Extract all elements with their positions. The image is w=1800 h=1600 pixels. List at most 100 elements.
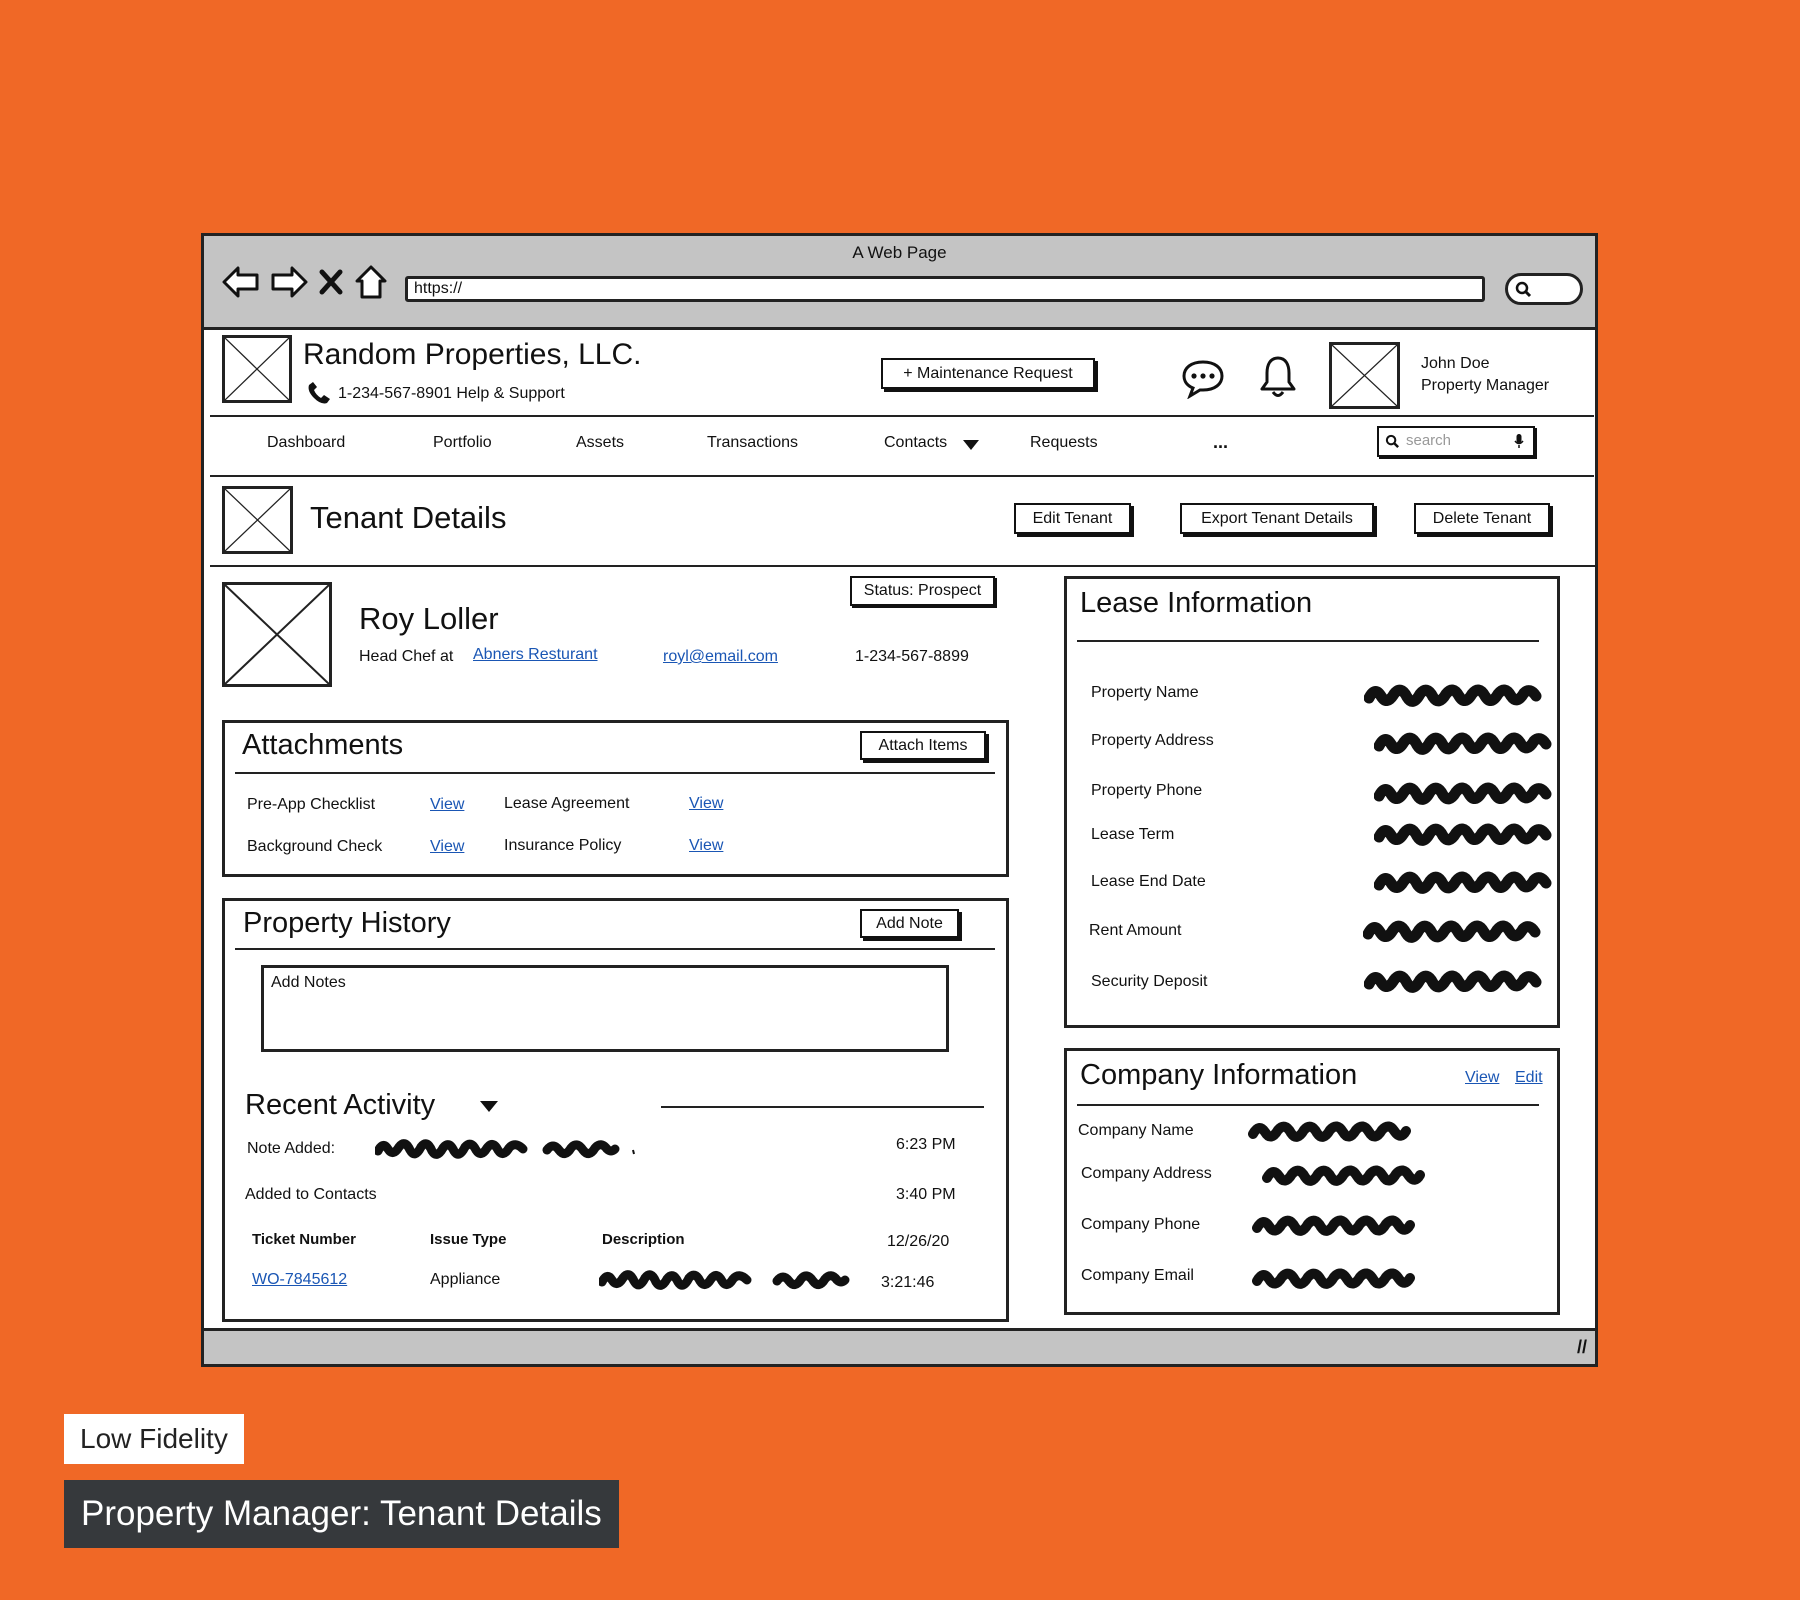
attachment-view-link[interactable]: View bbox=[430, 838, 464, 856]
nav-more[interactable]: ... bbox=[1213, 432, 1228, 453]
attachments-title: Attachments bbox=[242, 729, 404, 761]
lease-field-label: Rent Amount bbox=[1089, 922, 1182, 939]
resize-grip-icon[interactable]: // bbox=[1577, 1337, 1587, 1358]
company-view-link[interactable]: View bbox=[1465, 1069, 1499, 1087]
nav-dashboard[interactable]: Dashboard bbox=[267, 434, 345, 452]
contacts-dropdown-icon[interactable] bbox=[962, 438, 980, 456]
lease-divider bbox=[1077, 640, 1539, 642]
attachment-view-link[interactable]: View bbox=[689, 837, 723, 855]
nav-transactions[interactable]: Transactions bbox=[707, 434, 798, 452]
add-notes-textarea[interactable]: Add Notes bbox=[261, 965, 949, 1052]
nav-portfolio[interactable]: Portfolio bbox=[433, 434, 492, 452]
company-information-title: Company Information bbox=[1080, 1059, 1358, 1091]
lease-field-label: Security Deposit bbox=[1091, 973, 1208, 990]
history-divider bbox=[235, 948, 995, 950]
browser-window: A Web Page https:// Random Properties, L… bbox=[201, 233, 1598, 1367]
redacted-note-text bbox=[375, 1139, 635, 1159]
lease-information-title: Lease Information bbox=[1080, 587, 1313, 619]
home-icon[interactable] bbox=[354, 264, 388, 300]
add-note-button[interactable]: Add Note bbox=[860, 909, 959, 938]
recent-activity-divider bbox=[661, 1106, 984, 1108]
attachments-divider bbox=[235, 772, 995, 774]
avatar[interactable] bbox=[1329, 342, 1400, 409]
lease-field-label: Property Phone bbox=[1091, 782, 1203, 799]
employer-link[interactable]: Abners Resturant bbox=[473, 646, 598, 664]
issue-type-header: Issue Type bbox=[430, 1231, 507, 1248]
company-name: Random Properties, LLC. bbox=[303, 338, 642, 371]
recent-activity-title[interactable]: Recent Activity bbox=[245, 1089, 435, 1122]
user-role: Property Manager bbox=[1421, 377, 1550, 394]
company-field-label: Company Address bbox=[1081, 1165, 1212, 1182]
chat-icon[interactable] bbox=[1181, 359, 1225, 404]
export-tenant-details-button[interactable]: Export Tenant Details bbox=[1180, 503, 1374, 534]
nav-assets[interactable]: Assets bbox=[576, 434, 624, 452]
page-icon bbox=[222, 486, 293, 554]
phone-icon bbox=[306, 382, 332, 411]
forward-icon[interactable] bbox=[270, 265, 308, 299]
redacted-lease-value bbox=[1374, 732, 1552, 755]
redacted-lease-value bbox=[1374, 782, 1552, 805]
redacted-lease-value bbox=[1363, 920, 1541, 943]
lease-field-label: Property Name bbox=[1091, 684, 1199, 701]
window-title: A Web Page bbox=[852, 243, 947, 262]
attach-items-button[interactable]: Attach Items bbox=[860, 731, 986, 760]
ticket-number-header: Ticket Number bbox=[252, 1231, 356, 1248]
maintenance-request-button[interactable]: + Maintenance Request bbox=[881, 358, 1095, 389]
notification-bell-icon[interactable] bbox=[1258, 355, 1298, 406]
nav-requests[interactable]: Requests bbox=[1030, 434, 1098, 452]
tenant-photo bbox=[222, 582, 332, 687]
activity-time: 3:40 PM bbox=[896, 1186, 956, 1203]
page-title: Tenant Details bbox=[310, 500, 507, 535]
support-line: 1-234-567-8901 Help & Support bbox=[338, 385, 565, 402]
property-history-title: Property History bbox=[243, 907, 451, 939]
tenant-email-link[interactable]: royl@email.com bbox=[663, 648, 778, 666]
redacted-company-value bbox=[1252, 1215, 1415, 1236]
attachment-view-link[interactable]: View bbox=[430, 796, 464, 814]
add-notes-placeholder: Add Notes bbox=[271, 974, 346, 991]
fidelity-label: Low Fidelity bbox=[64, 1414, 244, 1464]
nav-contacts[interactable]: Contacts bbox=[884, 434, 947, 452]
search-input[interactable]: search bbox=[1377, 426, 1535, 457]
company-field-label: Company Phone bbox=[1081, 1216, 1201, 1233]
lease-field-label: Lease Term bbox=[1091, 826, 1175, 843]
status-badge: Status: Prospect bbox=[850, 576, 995, 606]
browser-search[interactable] bbox=[1505, 273, 1583, 305]
header-divider bbox=[210, 415, 1594, 417]
lease-field-label: Lease End Date bbox=[1091, 873, 1206, 890]
recent-activity-dropdown-icon[interactable] bbox=[479, 1100, 499, 1118]
tenant-name: Roy Loller bbox=[359, 601, 499, 636]
lease-field-label: Property Address bbox=[1091, 732, 1214, 749]
edit-tenant-button[interactable]: Edit Tenant bbox=[1014, 503, 1131, 534]
redacted-company-value bbox=[1252, 1268, 1415, 1289]
redacted-lease-value bbox=[1364, 684, 1542, 707]
company-field-label: Company Email bbox=[1081, 1267, 1194, 1284]
stop-icon[interactable] bbox=[318, 267, 344, 297]
company-field-label: Company Name bbox=[1078, 1122, 1194, 1139]
nav-divider bbox=[210, 475, 1594, 477]
redacted-company-value bbox=[1248, 1121, 1411, 1142]
url-bar[interactable]: https:// bbox=[405, 276, 1485, 302]
attachment-name: Insurance Policy bbox=[504, 837, 622, 854]
redacted-company-value bbox=[1262, 1165, 1425, 1186]
delete-tenant-button[interactable]: Delete Tenant bbox=[1414, 503, 1550, 534]
search-placeholder: search bbox=[1406, 432, 1452, 449]
microphone-icon[interactable] bbox=[1514, 433, 1524, 454]
caption-label: Property Manager: Tenant Details bbox=[64, 1480, 619, 1548]
company-logo bbox=[222, 335, 292, 403]
tenant-role: Head Chef at bbox=[359, 648, 454, 665]
user-name: John Doe bbox=[1421, 355, 1490, 372]
ticket-number-link[interactable]: WO-7845612 bbox=[252, 1271, 347, 1289]
attachment-name: Background Check bbox=[247, 838, 383, 855]
company-edit-link[interactable]: Edit bbox=[1515, 1069, 1543, 1087]
redacted-lease-value bbox=[1364, 970, 1542, 993]
browser-statusbar: // bbox=[204, 1328, 1595, 1364]
attachment-view-link[interactable]: View bbox=[689, 795, 723, 813]
ticket-issue-type: Appliance bbox=[430, 1271, 501, 1288]
back-icon[interactable] bbox=[222, 265, 260, 299]
redacted-lease-value bbox=[1374, 871, 1552, 894]
activity-label: Added to Contacts bbox=[245, 1186, 377, 1203]
ticket-date: 12/26/20 bbox=[887, 1233, 950, 1250]
browser-titlebar: A Web Page https:// bbox=[204, 236, 1595, 330]
description-header: Description bbox=[602, 1231, 685, 1248]
activity-label: Note Added: bbox=[247, 1140, 336, 1157]
